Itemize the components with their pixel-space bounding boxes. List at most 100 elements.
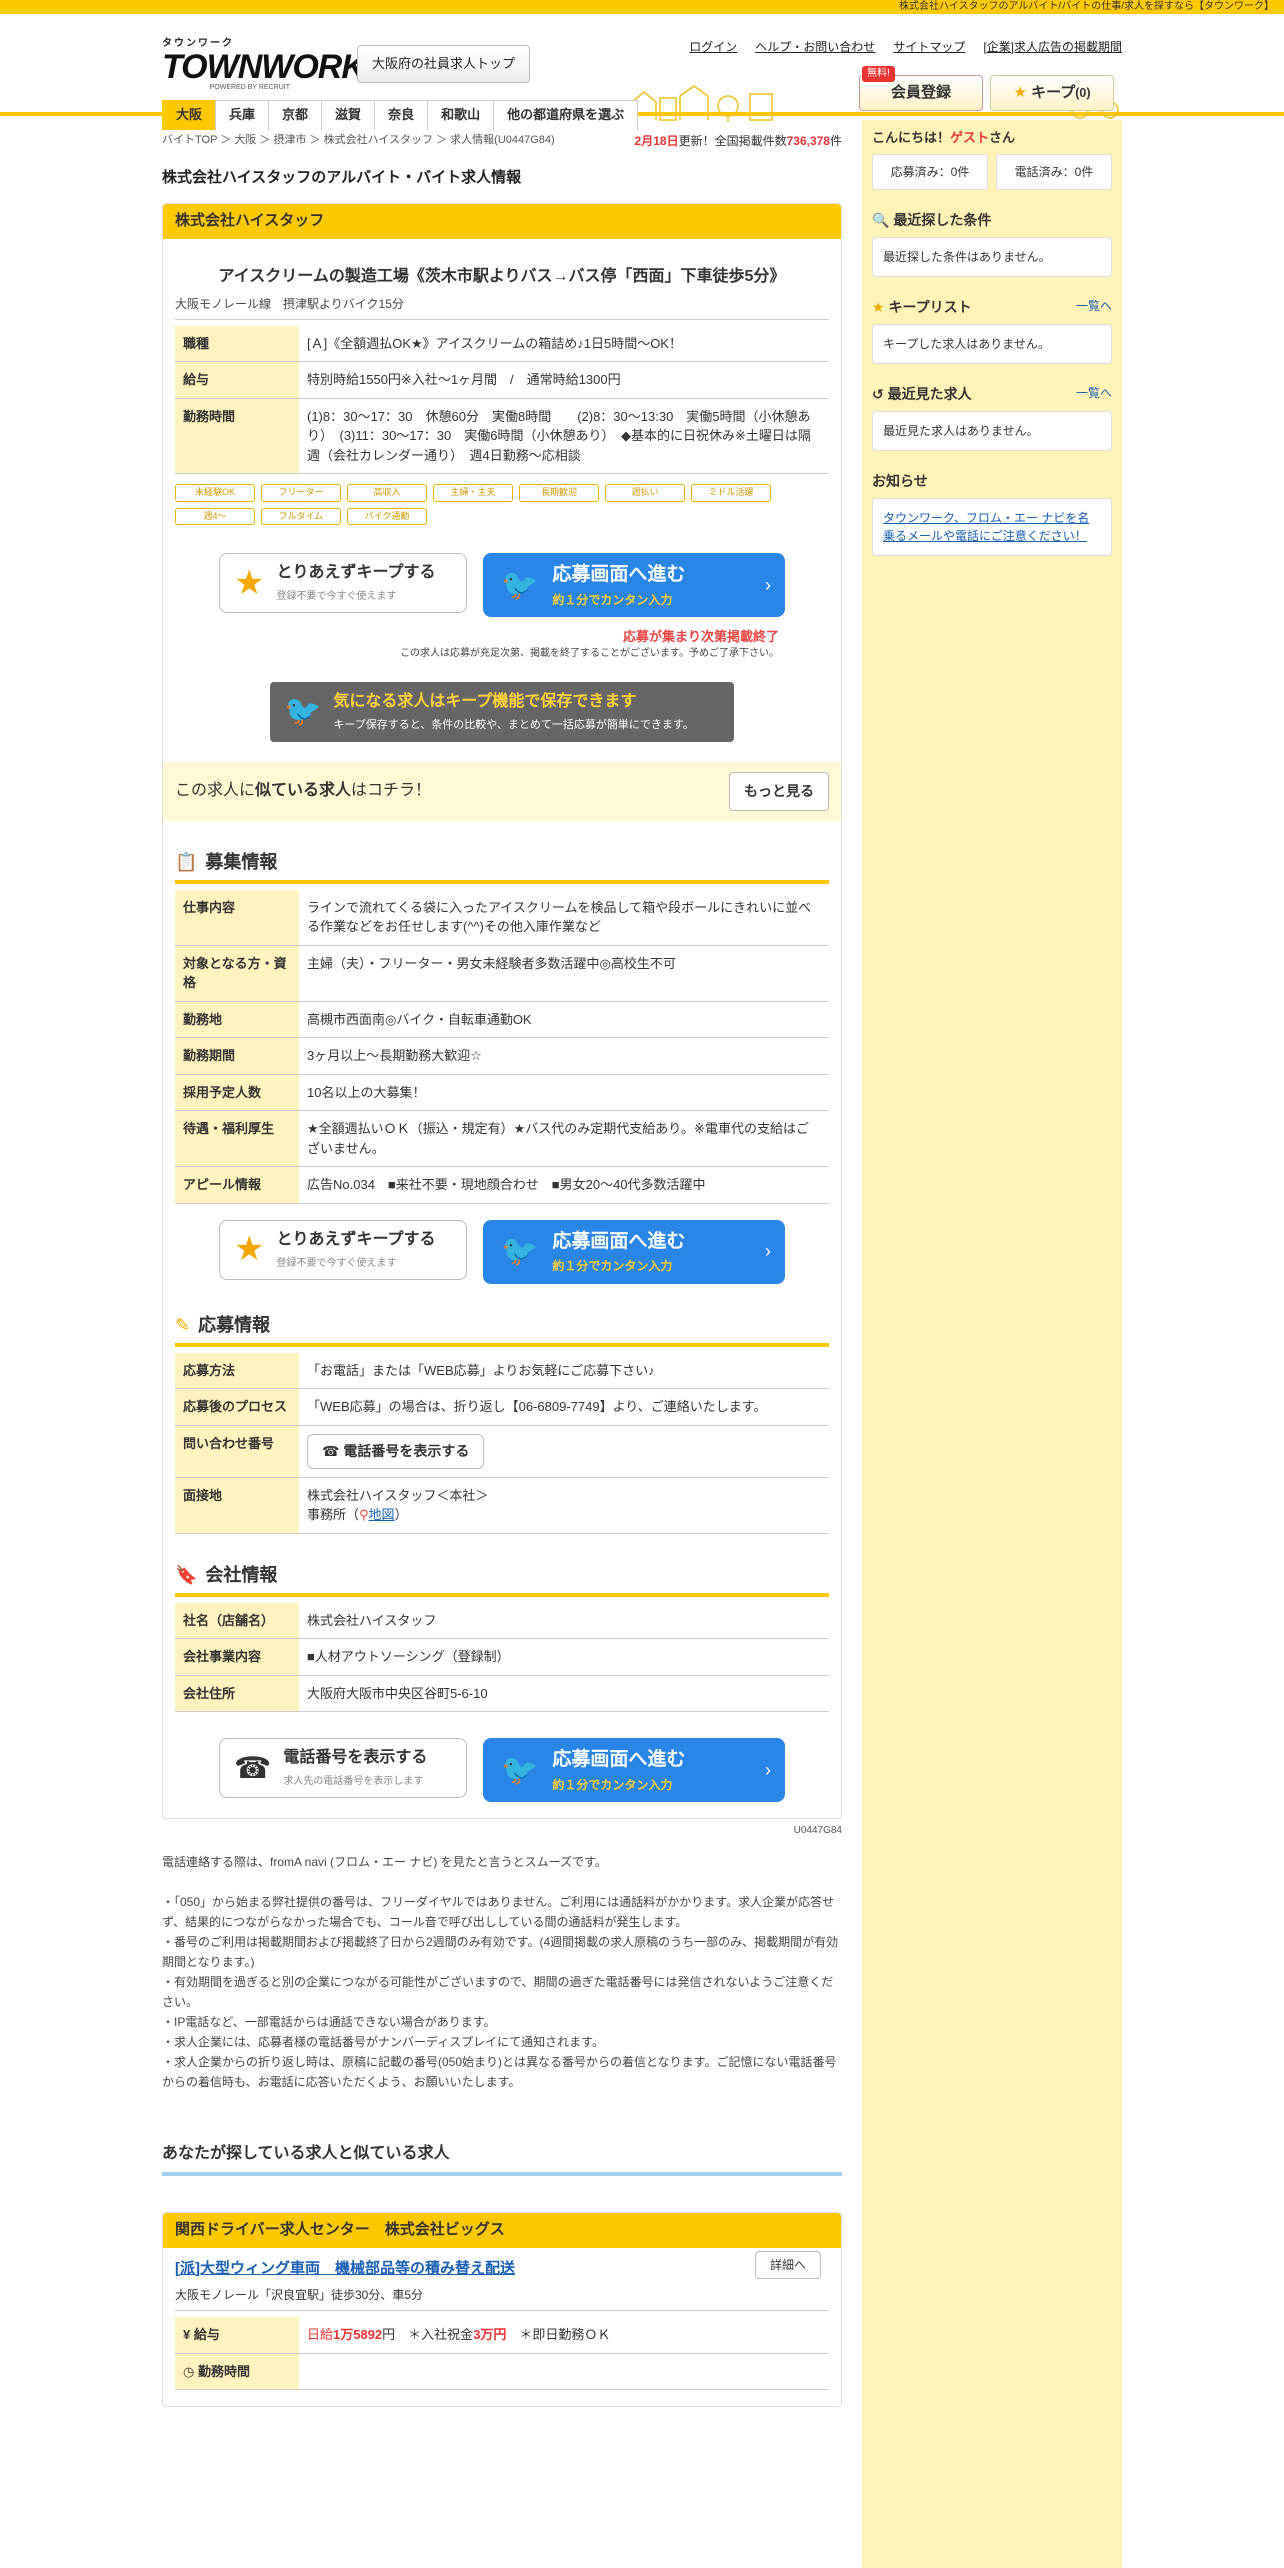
news-box: タウンワーク、フロム・エー ナビを名乗るメールや電話にご注意ください！ (872, 497, 1112, 556)
yen-icon: ¥ (183, 2327, 191, 2342)
greet-a: こんにちは！ (872, 130, 951, 145)
clock-icon: ◷ (183, 2363, 195, 2379)
sitemap-link[interactable]: サイトマップ (893, 38, 965, 56)
header-links: ログイン ヘルプ・お問い合わせ サイトマップ [企業]求人広告の掲載期間 (689, 38, 1122, 56)
recruit-value: 広告No.034 ■来社不要・現地顔合わせ ■男女20～40代多数活躍中 (299, 1166, 829, 1204)
interview-place: 株式会社ハイスタッフ＜本社＞ (307, 1487, 489, 1503)
table-row: 問い合わせ番号 ☎ 電話番号を表示する (175, 1425, 829, 1478)
apply-label: 応募画面へ進む (552, 564, 686, 585)
townwork-logo[interactable]: タウンワーク TOWNWORK POWERED BY RECRUIT (162, 36, 366, 91)
page-title: 株式会社ハイスタッフのアルバイト・バイト求人情報 (162, 168, 522, 186)
tag: フリーター (261, 484, 341, 502)
keep-job-button[interactable]: ★ とりあえずキープする 登録不要で今すぐ使えます (219, 553, 467, 613)
mascot-icon: 🐦 (284, 695, 322, 728)
summary-value: (1)8：30～17：30 休憩60分 実働8時間 (2)8：30～13:30 … (299, 398, 829, 474)
detail-button[interactable]: 詳細へ (754, 2251, 821, 2279)
section-title: 応募情報 (198, 1314, 271, 1335)
table-row: 対象となる方・資格 主婦（夫）・フリーター・男女未経験者多数活躍中◎高校生不可 (175, 945, 829, 1002)
keep-job-sub: 登録不要で今すぐ使えます (276, 591, 397, 603)
star-icon: ★ (1013, 84, 1027, 101)
note-line: ・「050」から始まる弊社提供の番号は、フリーダイヤルではありません。ご利用には… (162, 1895, 835, 1929)
main-content: バイトTOP ＞ 大阪 ＞ 摂津市 ＞ 株式会社ハイスタッフ ＞ 求人情報(U0… (162, 120, 842, 2407)
apply-value: 「WEB応募」の場合は、折り返し【06-6809-7749】より、ご連絡いたしま… (299, 1388, 829, 1426)
login-link[interactable]: ログイン (689, 38, 737, 56)
apply-button[interactable]: 🐦 応募画面へ進む 約１分でカンタン入力 › (483, 1219, 785, 1284)
keep-button[interactable]: ★ キープ(0) (990, 75, 1114, 111)
show-phone-label: 電話番号を表示する (343, 1442, 470, 1459)
tag: 未経験OK (175, 484, 255, 502)
recruit-table: 仕事内容 ラインで流れてくる袋に入ったアイスクリームを検品して箱や段ボールにきれい… (175, 889, 829, 1204)
map-link[interactable]: 地図 (369, 1507, 395, 1522)
osaka-top-button[interactable]: 大阪府の社員求人トップ (357, 45, 531, 83)
phone-icon: ☎ (234, 1751, 272, 1785)
bookmark-icon: 🔖 (175, 1564, 198, 1585)
time-key: ◷ 勤務時間 (175, 2353, 299, 2390)
table-row: 職種 [Ａ]《全額週払OK★》アイスクリームの箱詰め♪1日5時間～OK！ (175, 325, 829, 362)
similar-jobs-heading: あなたが探している求人と似ている求人 (162, 2142, 842, 2176)
recruit-key: 勤務地 (175, 1001, 299, 1038)
recruit-value: ★全額週払いＯＫ（振込・規定有）★バス代のみ定期代支給あり。※電車代の支給はござ… (299, 1110, 829, 1167)
recent-search-heading: 🔍 最近探した条件 (872, 210, 1112, 231)
banner-title: 気になる求人はキープ機能で保存できます (333, 692, 637, 710)
company-value: 大阪府大阪市中央区谷町5-6-10 (299, 1675, 829, 1712)
star-icon: ★ (234, 563, 265, 602)
recently-seen-box: 最近見た求人はありません。 (872, 410, 1112, 451)
recruit-value: 10名以上の大募集！ (299, 1074, 829, 1111)
table-row: 勤務地 高槻市西面南◎バイク・自転車通勤OK (175, 1001, 829, 1038)
crumb-current: 求人情報(U0447G84) (450, 134, 555, 146)
note-line: ・有効期間を過ぎると別の企業につながる可能性がございますので、期間の過ぎた電話番… (162, 1975, 834, 2009)
summary-key: 職種 (175, 325, 299, 362)
section-apply-header: ✎ 応募情報 (175, 1312, 829, 1347)
table-row: ¥ 給与 日給1万5892円 ＊入社祝金3万円 ＊即日勤務ＯＫ (175, 2317, 829, 2354)
help-link[interactable]: ヘルプ・お問い合わせ (755, 38, 875, 56)
similar-job-title[interactable]: [派]大型ウィング車両 機械部品等の積み替え配送 (175, 2258, 829, 2281)
news-heading: お知らせ (872, 471, 1112, 492)
tag: 長期歓迎 (519, 484, 599, 502)
apply-value: 「お電話」または「WEB応募」よりお気軽にご応募下さい♪ (299, 1352, 829, 1389)
summary-value: 特別時給1550円※入社～1ヶ月間 / 通常時給1300円 (299, 361, 829, 399)
apply-button[interactable]: 🐦 応募画面へ進む 約１分でカンタン入力 › (483, 1738, 785, 1802)
more-button[interactable]: もっと見る (729, 771, 829, 811)
keep-list-link[interactable]: 一覧へ (1076, 297, 1112, 318)
similar-company: 関西ドライバー求人センター 株式会社ビッグス (163, 2213, 841, 2248)
show-phone-button[interactable]: ☎ 電話番号を表示する (307, 1433, 485, 1469)
table-row: 仕事内容 ラインで流れてくる袋に入ったアイスクリームを検品して箱や段ボールにきれい… (175, 889, 829, 946)
company-value: 株式会社ハイスタッフ (299, 1602, 829, 1639)
company-table: 社名（店舗名） 株式会社ハイスタッフ 会社事業内容 ■人材アウトソーシング（登録制）… (175, 1602, 829, 1713)
office-close: ） (394, 1507, 408, 1522)
note-line: ・求人企業からの折り返し時は、原稿に記載の番号(050始まり)とは異なる番号から… (162, 2055, 837, 2089)
ad-period-link[interactable]: [企業]求人広告の掲載期間 (983, 38, 1122, 56)
crumb-company[interactable]: 株式会社ハイスタッフ (324, 134, 433, 146)
time-key-label: 勤務時間 (197, 2363, 250, 2379)
show-phone-big-button[interactable]: ☎ 電話番号を表示する求人先の電話番号を表示します (219, 1738, 467, 1798)
keep-feature-banner[interactable]: 🐦 気になる求人はキープ機能で保存できます キープ保存すると、条件の比較や、まとめて… (270, 681, 734, 742)
free-badge: 無料! (862, 66, 895, 82)
keep-list-title: キープリスト (888, 298, 972, 315)
keep-job-button[interactable]: ★ とりあえずキープする 登録不要で今すぐ使えます (219, 1219, 467, 1280)
crumb-osaka[interactable]: 大阪 (234, 134, 256, 146)
note-line: 電話連絡する際は、fromA navi (フロム・エー ナビ) を見たと言うとス… (162, 1855, 607, 1869)
phone-icon: ☎ (322, 1442, 340, 1459)
recently-seen-link[interactable]: 一覧へ (1076, 384, 1112, 405)
section-title: 募集情報 (205, 851, 278, 872)
crumb-settsu[interactable]: 摂津市 (273, 134, 306, 146)
apply-button[interactable]: 🐦 応募画面へ進む 約１分でカンタン入力 › (483, 553, 785, 617)
tel-sub: 求人先の電話番号を表示します (283, 1776, 424, 1788)
company-key: 社名（店舗名） (175, 1602, 299, 1639)
job-id: U0447G84 (793, 1825, 842, 1836)
apply-label: 応募画面へ進む (552, 1749, 686, 1770)
apply-table: 応募方法 「お電話」または「WEB応募」よりお気軽にご応募下さい♪ 応募後のプロセ… (175, 1352, 829, 1534)
table-row: 採用予定人数 10名以上の大募集！ (175, 1074, 829, 1111)
greet-c: さん (989, 130, 1016, 145)
feature-tags: 未経験OK フリーター 高収入 主婦・主夫 長期歓迎 週払い ミドル活躍 週4～ フルタイム バイ… (175, 484, 829, 525)
news-link[interactable]: タウンワーク、フロム・エー ナビを名乗るメールや電話にご注意ください！ (883, 511, 1089, 543)
greeting: こんにちは！ゲストさん (872, 128, 1112, 148)
update-date: 2月18日 (634, 134, 679, 148)
crumb-top[interactable]: バイトTOP (162, 134, 217, 146)
table-row: 社名（店舗名） 株式会社ハイスタッフ (175, 1602, 829, 1639)
keep-label: キープ (1031, 84, 1076, 101)
similar-job-card: 関西ドライバー求人センター 株式会社ビッグス [派]大型ウィング車両 機械部品等… (162, 2212, 842, 2407)
tel-label: 電話番号を表示する (283, 1749, 428, 1767)
table-row: 応募方法 「お電話」または「WEB応募」よりお気軽にご応募下さい♪ (175, 1352, 829, 1389)
similar-text-a: この求人に (175, 782, 256, 799)
